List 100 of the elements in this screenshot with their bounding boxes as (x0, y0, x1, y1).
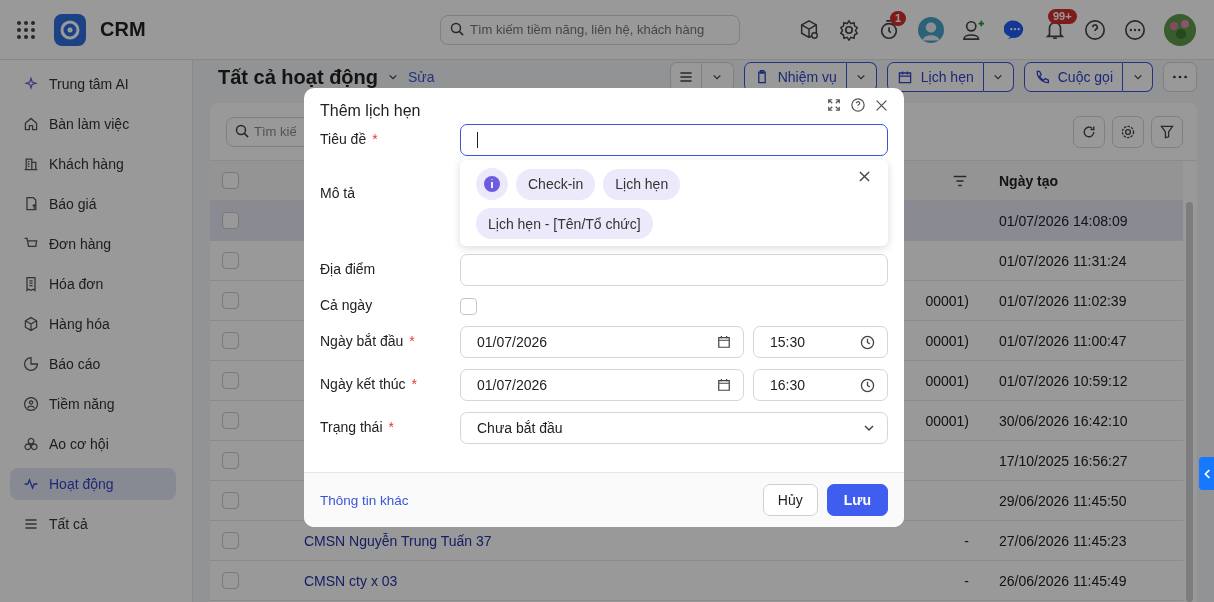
building-icon (23, 156, 39, 172)
action-button[interactable]: Cuộc gọi (1023, 62, 1123, 92)
field-label: Mô tả (320, 185, 355, 201)
column-header: Ngày tạo (998, 172, 1060, 189)
chat-icon[interactable] (1004, 18, 1026, 41)
home-icon (23, 116, 39, 132)
cube-search-icon[interactable] (798, 18, 820, 41)
avatar[interactable] (918, 16, 944, 43)
chevron-down-icon[interactable] (388, 72, 398, 82)
checkbox[interactable] (222, 172, 239, 189)
clock-icon (860, 334, 875, 350)
required-mark: * (372, 131, 378, 147)
collapse-tab[interactable] (1199, 457, 1214, 490)
required-mark: * (388, 419, 394, 435)
list-icon (677, 69, 694, 85)
checkbox[interactable] (222, 412, 239, 429)
checkbox[interactable] (222, 372, 239, 389)
more-info-link[interactable]: Thông tin khác (320, 492, 409, 508)
filter-button[interactable] (1151, 115, 1183, 148)
sidebar-item[interactable]: Hóa đơn (10, 268, 176, 300)
edit-link[interactable]: Sửa (408, 69, 435, 85)
input-field[interactable] (460, 124, 888, 156)
refresh-button[interactable] (1073, 115, 1105, 148)
profile-avatar[interactable] (1164, 13, 1196, 46)
table-cell: - (964, 532, 969, 549)
cube-icon (23, 316, 39, 332)
table-cell: 00001) (925, 372, 969, 389)
filter-icon (1159, 123, 1175, 140)
list-icon (23, 516, 39, 532)
sidebar-item[interactable]: Khách hàng (10, 148, 176, 180)
close-icon[interactable] (875, 98, 888, 112)
checkbox[interactable] (222, 252, 239, 269)
date-field[interactable]: 01/07/2026 (460, 369, 744, 401)
activity-link[interactable]: CMSN cty x 03 (304, 572, 398, 589)
table-cell: - (964, 572, 969, 589)
sidebar-item[interactable]: Hàng hóa (10, 308, 176, 340)
save-button[interactable]: Lưu (826, 484, 888, 516)
settings-icon[interactable] (838, 18, 860, 41)
sidebar-item[interactable]: Đơn hàng (10, 228, 176, 260)
chevron-left-icon (1202, 467, 1211, 480)
clock-icon (860, 377, 875, 393)
sidebar-item[interactable]: Tất cả (10, 508, 176, 540)
page-title: Tất cả hoạt động (218, 66, 378, 88)
calendar-icon (717, 335, 731, 349)
checkbox[interactable] (222, 532, 239, 549)
expand-icon[interactable] (827, 98, 841, 112)
required-mark: * (409, 333, 415, 349)
table-cell: 01/07/2026 11:31:24 (999, 252, 1127, 269)
time-field[interactable]: 16:30 (753, 369, 888, 401)
search-icon (450, 22, 465, 37)
table-cell: 27/06/2026 11:45:23 (999, 532, 1127, 549)
table-cell: 26/06/2026 11:45:49 (999, 572, 1127, 589)
checkbox[interactable] (222, 332, 239, 349)
suggestion-chip[interactable]: Lịch hẹn (603, 168, 681, 200)
close-icon[interactable] (859, 171, 870, 182)
checkbox[interactable] (222, 572, 239, 589)
checkbox[interactable] (222, 452, 239, 469)
pie-chart-icon (23, 356, 39, 372)
modal-title: Thêm lịch hẹn (320, 102, 422, 120)
sidebar-item[interactable]: Ao cơ hội (10, 428, 176, 460)
checkbox[interactable] (222, 492, 239, 509)
calendar-icon (717, 378, 731, 392)
scrollbar[interactable] (1186, 202, 1193, 602)
refresh-icon (1081, 123, 1097, 140)
suggestion-chip[interactable]: Check-in (516, 168, 596, 200)
help-icon[interactable] (851, 98, 865, 112)
chevron-down-icon (856, 72, 867, 82)
sidebar-item[interactable]: Hoạt động (10, 468, 176, 500)
sidebar-item[interactable]: Tiềm năng (10, 388, 176, 420)
cancel-button[interactable]: Hủy (762, 484, 818, 516)
activity-link[interactable]: CMSN Nguyễn Trung Tuấn 37 (304, 532, 492, 549)
receipt-icon (23, 276, 39, 292)
table-cell: 01/07/2026 11:00:47 (999, 332, 1127, 349)
status-select[interactable]: Chưa bắt đầu (460, 412, 888, 444)
sidebar-item[interactable]: Bàn làm việc (10, 108, 176, 140)
table-cell: 00001) (925, 332, 969, 349)
notification-count: 1 (890, 10, 907, 26)
sidebar-item[interactable]: Trung tâm AI (10, 68, 176, 100)
help-icon[interactable] (1084, 18, 1106, 41)
field-label: Địa điểm (320, 261, 376, 277)
suggestion-chip[interactable]: Lịch hẹn - [Tên/Tổ chức] (476, 208, 653, 239)
table-row[interactable]: CMSN cty x 03 - 26/06/2026 11:45:49 (210, 561, 1183, 601)
action-button[interactable]: Lịch hẹn (886, 62, 984, 92)
settings-button[interactable] (1112, 115, 1144, 148)
checkbox[interactable] (460, 298, 477, 315)
app-grid-icon[interactable] (16, 19, 36, 40)
calendar-icon (896, 69, 913, 85)
logo-icon (54, 13, 86, 46)
checkbox[interactable] (222, 212, 239, 229)
app-name: CRM (100, 18, 147, 41)
settings-icon (1120, 123, 1136, 140)
sidebar-item[interactable]: Báo cáo (10, 348, 176, 380)
time-field[interactable]: 15:30 (753, 326, 888, 358)
chevron-down-icon (993, 72, 1004, 82)
add-user-icon[interactable] (962, 18, 986, 41)
date-field[interactable]: 01/07/2026 (460, 326, 744, 358)
search-field[interactable]: Tìm kiếm tiềm năng, liên hệ, khách hàng (440, 14, 740, 45)
sidebar-item[interactable]: Báo giá (10, 188, 176, 220)
checkbox[interactable] (222, 292, 239, 309)
more-icon[interactable] (1124, 18, 1146, 41)
